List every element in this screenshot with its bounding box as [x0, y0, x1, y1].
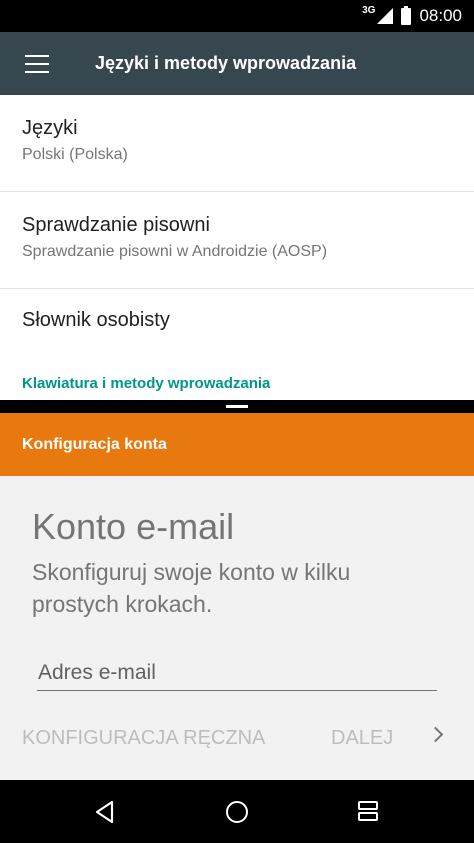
setting-title: Języki: [22, 117, 78, 139]
home-button[interactable]: [221, 796, 253, 828]
setting-summary: Polski (Polska): [22, 146, 128, 163]
network-type-label: 3G: [362, 4, 376, 16]
divider-handle-icon[interactable]: [226, 405, 248, 408]
setting-title: Słownik osobisty: [22, 309, 170, 331]
email-address-input[interactable]: Adres e-mail: [38, 661, 156, 685]
recents-button[interactable]: [351, 796, 383, 828]
email-setup-panel: Konto e-mail Skonfiguruj swoje konto w k…: [0, 476, 474, 780]
next-button[interactable]: DALEJ: [331, 727, 393, 750]
status-icons: 3G 08:00: [362, 0, 462, 32]
clock: 08:00: [419, 6, 462, 25]
recents-icon: [358, 801, 378, 810]
email-setup-actions: KONFIGURACJA RĘCZNA DALEJ: [0, 721, 474, 757]
status-bar: 3G 08:00: [0, 0, 474, 32]
setting-summary: Sprawdzanie pisowni w Androidzie (AOSP): [22, 243, 328, 260]
email-app-header: Konfiguracja konta: [0, 413, 474, 476]
setting-title: Sprawdzanie pisowni: [22, 214, 210, 236]
email-setup-title: Konto e-mail: [32, 506, 235, 547]
navigation-bar: [0, 780, 474, 843]
signal-icon: [377, 8, 394, 24]
back-button[interactable]: [90, 796, 122, 828]
app-toolbar: Języki i metody wprowadzania: [0, 32, 474, 95]
back-triangle-icon: [95, 800, 114, 824]
settings-list: Języki Polski (Polska) Sprawdzanie pisow…: [0, 95, 474, 400]
setting-item-personal-dictionary[interactable]: Słownik osobisty: [0, 289, 474, 373]
chevron-right-icon[interactable]: [427, 726, 444, 743]
home-circle-icon: [226, 801, 248, 823]
split-screen-divider[interactable]: [0, 400, 474, 413]
email-setup-description: Skonfiguruj swoje konto w kilku prostych…: [32, 559, 351, 617]
email-input-underline: [37, 690, 437, 691]
menu-icon[interactable]: [25, 54, 49, 73]
toolbar-title: Języki i metody wprowadzania: [95, 53, 357, 73]
setting-item-languages[interactable]: Języki Polski (Polska): [0, 95, 474, 192]
section-header-keyboard: Klawiatura i metody wprowadzania: [22, 375, 271, 392]
manual-setup-button[interactable]: KONFIGURACJA RĘCZNA: [22, 727, 265, 750]
battery-icon: [401, 5, 412, 25]
setting-item-spell-check[interactable]: Sprawdzanie pisowni Sprawdzanie pisowni …: [0, 192, 474, 289]
